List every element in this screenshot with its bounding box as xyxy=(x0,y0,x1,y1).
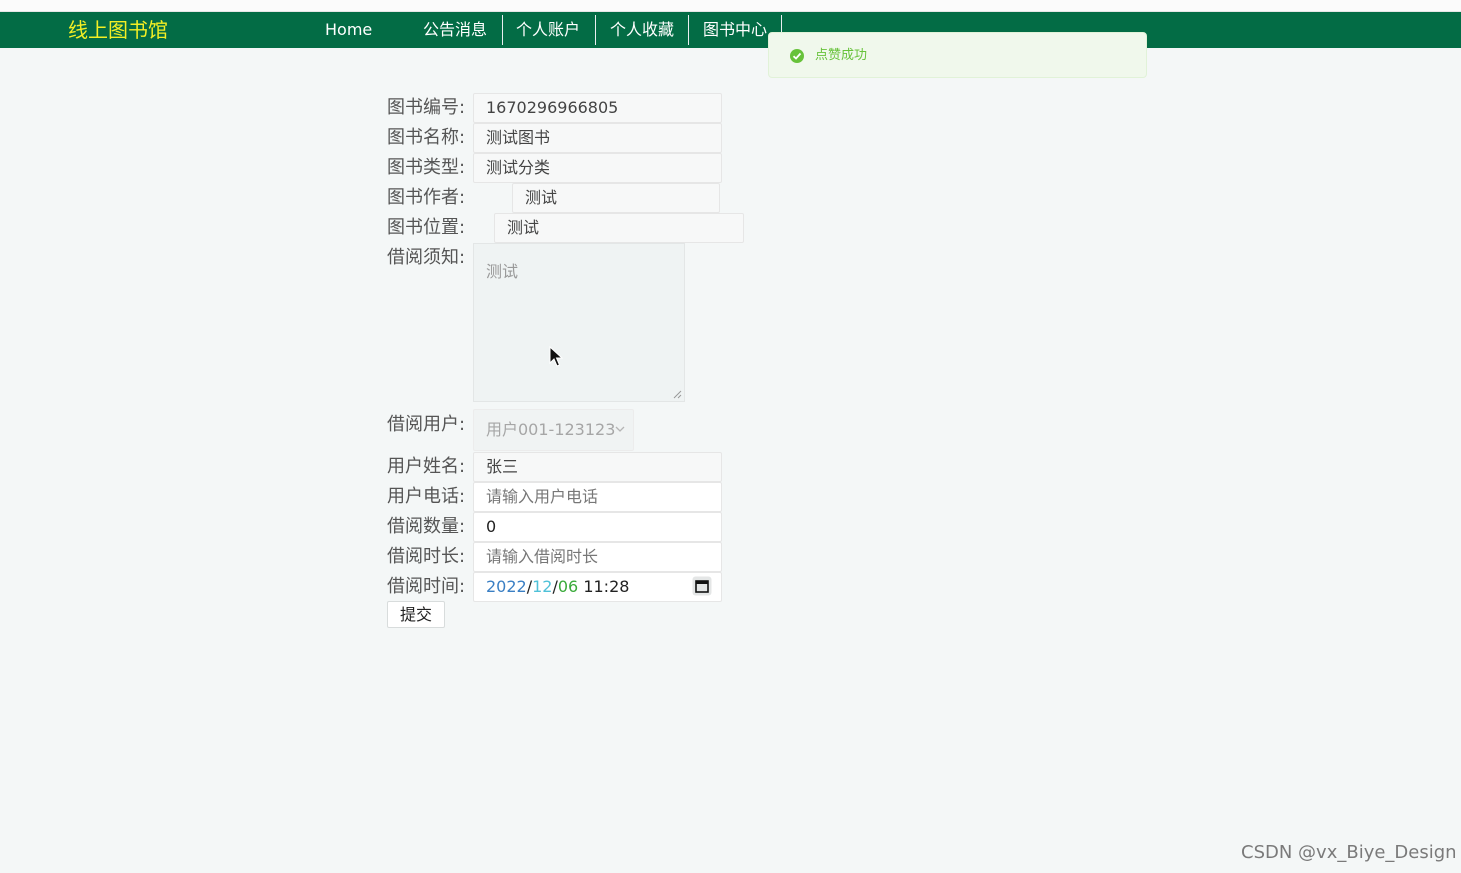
borrow-notice-text: 测试 xyxy=(486,262,519,281)
label-borrow-time: 借阅时间: xyxy=(387,576,466,597)
label-book-name: 图书名称: xyxy=(387,127,466,148)
label-borrow-user: 借阅用户: xyxy=(387,414,466,435)
calendar-icon[interactable] xyxy=(692,576,712,596)
success-toast: 点赞成功 xyxy=(768,32,1147,78)
nav-home[interactable]: Home xyxy=(325,12,372,44)
label-borrow-notice: 借阅须知: xyxy=(387,247,466,268)
submit-button[interactable]: 提交 xyxy=(387,601,445,628)
nav-account[interactable]: 个人账户 xyxy=(516,12,580,44)
top-navbar: 线上图书馆 Home 公告消息 个人账户 个人收藏 图书中心 xyxy=(0,12,1461,48)
time-value[interactable]: 11:28 xyxy=(583,577,629,596)
borrow-duration-input[interactable]: 请输入借阅时长 xyxy=(473,542,722,572)
resize-grip-icon[interactable] xyxy=(673,390,682,399)
nav-divider xyxy=(595,15,596,45)
borrow-user-selected: 用户001-123123 xyxy=(486,420,616,439)
nav-divider xyxy=(688,15,689,45)
chevron-down-icon xyxy=(615,426,625,432)
nav-divider xyxy=(502,15,503,45)
label-book-type: 图书类型: xyxy=(387,157,466,178)
book-no-field[interactable]: 1670296966805 xyxy=(473,93,722,123)
book-name-field[interactable]: 测试图书 xyxy=(473,123,722,153)
toast-message: 点赞成功 xyxy=(815,48,868,63)
label-user-phone: 用户电话: xyxy=(387,486,466,507)
watermark: CSDN @vx_Biye_Design xyxy=(1241,842,1457,863)
book-author-field[interactable]: 测试 xyxy=(512,183,720,213)
site-brand[interactable]: 线上图书馆 xyxy=(68,18,168,42)
success-check-icon xyxy=(790,49,804,63)
browser-top-strip xyxy=(0,0,1461,12)
borrow-notice-textarea[interactable]: 测试 xyxy=(473,243,685,402)
nav-book-center[interactable]: 图书中心 xyxy=(703,12,767,44)
date-day[interactable]: 06 xyxy=(558,577,578,596)
mouse-cursor-icon xyxy=(549,346,563,367)
label-book-location: 图书位置: xyxy=(387,217,466,238)
borrow-qty-input[interactable]: 0 xyxy=(473,512,722,542)
label-book-no: 图书编号: xyxy=(387,97,466,118)
nav-announcements[interactable]: 公告消息 xyxy=(423,12,487,44)
book-type-field[interactable]: 测试分类 xyxy=(473,153,722,183)
label-borrow-duration: 借阅时长: xyxy=(387,546,466,567)
book-location-field[interactable]: 测试 xyxy=(494,213,744,243)
user-name-field[interactable]: 张三 xyxy=(473,452,722,482)
user-phone-input[interactable]: 请输入用户电话 xyxy=(473,482,722,512)
label-user-name: 用户姓名: xyxy=(387,456,466,477)
label-book-author: 图书作者: xyxy=(387,187,466,208)
borrow-time-input[interactable]: 2022/12/06 11:28 xyxy=(473,572,722,602)
date-month[interactable]: 12 xyxy=(532,577,552,596)
label-borrow-qty: 借阅数量: xyxy=(387,516,466,537)
borrow-user-select[interactable]: 用户001-123123 xyxy=(473,409,634,451)
nav-favorites[interactable]: 个人收藏 xyxy=(610,12,674,44)
date-year[interactable]: 2022 xyxy=(486,577,527,596)
